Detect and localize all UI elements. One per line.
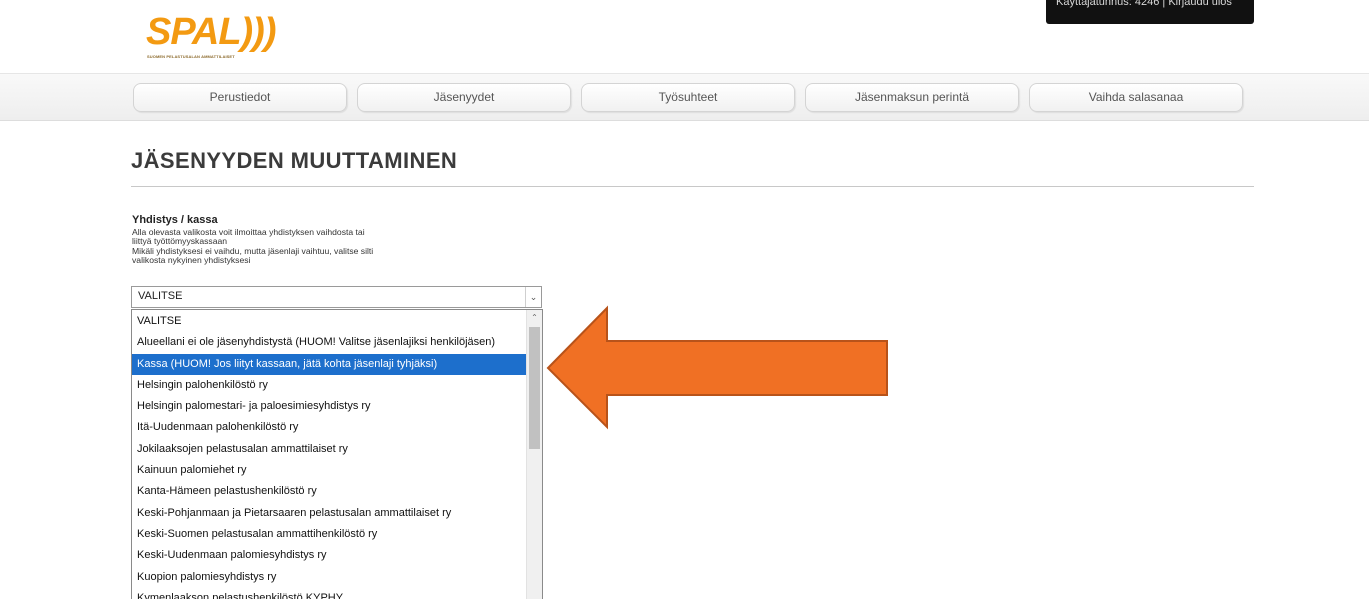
tab-perustiedot[interactable]: Perustiedot [133,83,347,112]
field-help-text: Alla olevasta valikosta voit ilmoittaa y… [132,227,432,266]
chevron-down-icon[interactable]: ⌄ [525,287,541,307]
logo-wordmark: SPAL))) [146,11,276,53]
spal-logo[interactable]: SPAL))) SUOMEN PELASTUSALAN AMMATTILAISE… [146,10,276,62]
page: SPAL))) SUOMEN PELASTUSALAN AMMATTILAISE… [0,0,1369,599]
select-current-value: VALITSE [138,290,183,302]
field-label: Yhdistys / kassa [132,214,218,226]
dropdown-option-highlighted[interactable]: Kassa (HUOM! Jos liityt kassaan, jätä ko… [132,353,528,375]
help-line: valikosta nykyinen yhdistyksesi [132,255,251,266]
dropdown-option[interactable]: Helsingin palomestari- ja paloesimiesyhd… [132,396,528,417]
scroll-up-icon[interactable]: ⌃ [527,310,542,325]
dropdown-option[interactable]: Keski-Pohjanmaan ja Pietarsaaren pelastu… [132,503,528,524]
dropdown-option[interactable]: Kymenlaakson pelastushenkilöstö KYPHY [132,588,528,599]
dropdown-option[interactable]: VALITSE [132,311,528,332]
tab-tyosuhteet[interactable]: Työsuhteet [581,83,795,112]
tab-vaihda-salasanaa[interactable]: Vaihda salasanaa [1029,83,1243,112]
dropdown-option[interactable]: Keski-Suomen pelastusalan ammattihenkilö… [132,524,528,545]
page-title: JÄSENYYDEN MUUTTAMINEN [131,148,458,173]
dropdown-option[interactable]: Kuopion palomiesyhdistys ry [132,567,528,588]
dropdown-option[interactable]: Itä-Uudenmaan palohenkilöstö ry [132,417,528,438]
logo-tagline: SUOMEN PELASTUSALAN AMMATTILAISET [147,54,235,59]
dropdown-option[interactable]: Keski-Uudenmaan palomiesyhdistys ry [132,545,528,566]
association-select[interactable]: VALITSE ⌄ [131,286,542,308]
left-arrow-annotation [546,305,888,430]
main-nav: Perustiedot Jäsenyydet Työsuhteet Jäsenm… [0,73,1369,121]
dropdown-option[interactable]: Kanta-Hämeen pelastushenkilöstö ry [132,481,528,502]
dropdown-option[interactable]: Kainuun palomiehet ry [132,460,528,481]
dropdown-options: VALITSE Alueellani ei ole jäsenyhdistystä… [132,311,528,599]
dropdown-option[interactable]: Helsingin palohenkilöstö ry [132,375,528,396]
dropdown-scrollbar[interactable]: ⌃ [526,310,542,599]
title-divider [131,186,1254,187]
tab-jasenyydet[interactable]: Jäsenyydet [357,83,571,112]
orange-arrow-icon [546,305,888,430]
user-bar-text[interactable]: Käyttäjätunnus: 4246 | Kirjaudu ulos [1056,0,1232,8]
user-bar: Käyttäjätunnus: 4246 | Kirjaudu ulos [1046,0,1254,24]
scrollbar-thumb[interactable] [529,327,540,449]
dropdown-option[interactable]: Jokilaaksojen pelastusalan ammattilaiset… [132,439,528,460]
tab-jasenmaksun-perinta[interactable]: Jäsenmaksun perintä [805,83,1019,112]
dropdown-option[interactable]: Alueellani ei ole jäsenyhdistystä (HUOM!… [132,332,528,353]
association-dropdown-list[interactable]: VALITSE Alueellani ei ole jäsenyhdistystä… [131,309,543,599]
